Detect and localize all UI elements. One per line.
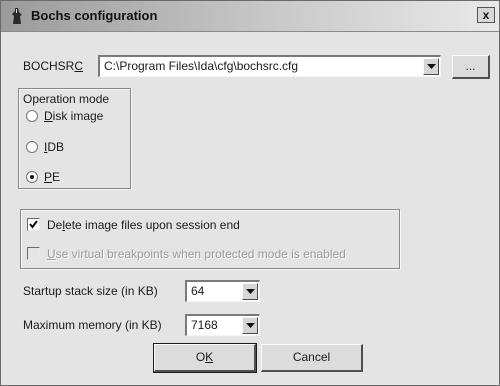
- virtual-breakpoints-text: se virtual breakpoints when protected mo…: [55, 247, 346, 261]
- radio-disk-image-accesskey: D: [44, 109, 53, 123]
- stack-size-combobox[interactable]: 64: [185, 280, 260, 302]
- ok-button[interactable]: OK: [153, 343, 257, 373]
- virtual-breakpoints-label: Use virtual breakpoints when protected m…: [47, 247, 346, 261]
- max-memory-dropdown-button[interactable]: [242, 317, 258, 334]
- bochsrc-path-value: C:\Program Files\Ida\cfg\bochsrc.cfg: [104, 59, 299, 73]
- cancel-button[interactable]: Cancel: [261, 344, 363, 372]
- browse-button-label: ...: [465, 59, 476, 73]
- title-bar[interactable]: Bochs configuration x: [1, 1, 499, 32]
- delete-images-option[interactable]: Delete image files upon session end: [27, 217, 387, 235]
- window-title: Bochs configuration: [31, 8, 158, 23]
- ok-accesskey: K: [205, 350, 214, 364]
- virtual-breakpoints-checkbox: [27, 247, 40, 260]
- virtual-breakpoints-accesskey: U: [47, 247, 56, 261]
- delete-images-text-pre: De: [47, 218, 63, 232]
- radio-pe-text: E: [52, 170, 61, 184]
- radio-disk-image-text: isk image: [52, 109, 104, 123]
- ok-button-label: OK: [196, 350, 213, 364]
- ok-text: O: [195, 350, 206, 364]
- bochsrc-dropdown-button[interactable]: [423, 58, 439, 75]
- delete-images-checkbox[interactable]: [27, 218, 40, 231]
- radio-disk-image-label: Disk image: [44, 109, 103, 123]
- delete-images-text: ete image files upon session end: [65, 218, 240, 232]
- bochsrc-label-accesskey: C: [74, 59, 84, 73]
- bochs-configuration-dialog: Bochs configuration x BOCHSRC C:\Program…: [0, 0, 500, 386]
- stack-size-label: Startup stack size (in KB): [23, 284, 158, 298]
- radio-pe-label: PE: [44, 170, 60, 184]
- stack-size-value: 64: [191, 284, 205, 298]
- chevron-down-icon: [427, 64, 436, 69]
- radio-idb-label: IDB: [44, 140, 64, 154]
- close-button[interactable]: x: [477, 7, 495, 23]
- browse-button[interactable]: ...: [452, 55, 490, 79]
- cancel-button-label: Cancel: [292, 350, 331, 364]
- chevron-down-icon: [246, 289, 255, 294]
- operation-mode-title: Operation mode: [23, 92, 110, 106]
- max-memory-label: Maximum memory (in KB): [23, 318, 162, 332]
- bochs-app-icon: [10, 7, 24, 25]
- stack-size-dropdown-button[interactable]: [242, 283, 258, 300]
- max-memory-combobox[interactable]: 7168: [185, 314, 260, 336]
- delete-images-label: Delete image files upon session end: [47, 218, 240, 232]
- bochsrc-label: BOCHSRC: [23, 59, 83, 73]
- radio-selected-dot: [30, 175, 34, 179]
- radio-pe-accesskey: P: [44, 170, 53, 184]
- radio-button[interactable]: [26, 141, 38, 153]
- bochsrc-label-text: BOCHSR: [23, 59, 75, 73]
- chevron-down-icon: [246, 323, 255, 328]
- radio-button-selected[interactable]: [26, 171, 38, 183]
- close-icon: x: [482, 8, 490, 22]
- checkmark-icon: [29, 220, 38, 229]
- max-memory-value: 7168: [191, 318, 218, 332]
- bochsrc-path-combobox[interactable]: C:\Program Files\Ida\cfg\bochsrc.cfg: [98, 55, 441, 77]
- radio-idb-text: DB: [47, 140, 65, 154]
- radio-button[interactable]: [26, 110, 38, 122]
- virtual-breakpoints-option: Use virtual breakpoints when protected m…: [27, 246, 397, 264]
